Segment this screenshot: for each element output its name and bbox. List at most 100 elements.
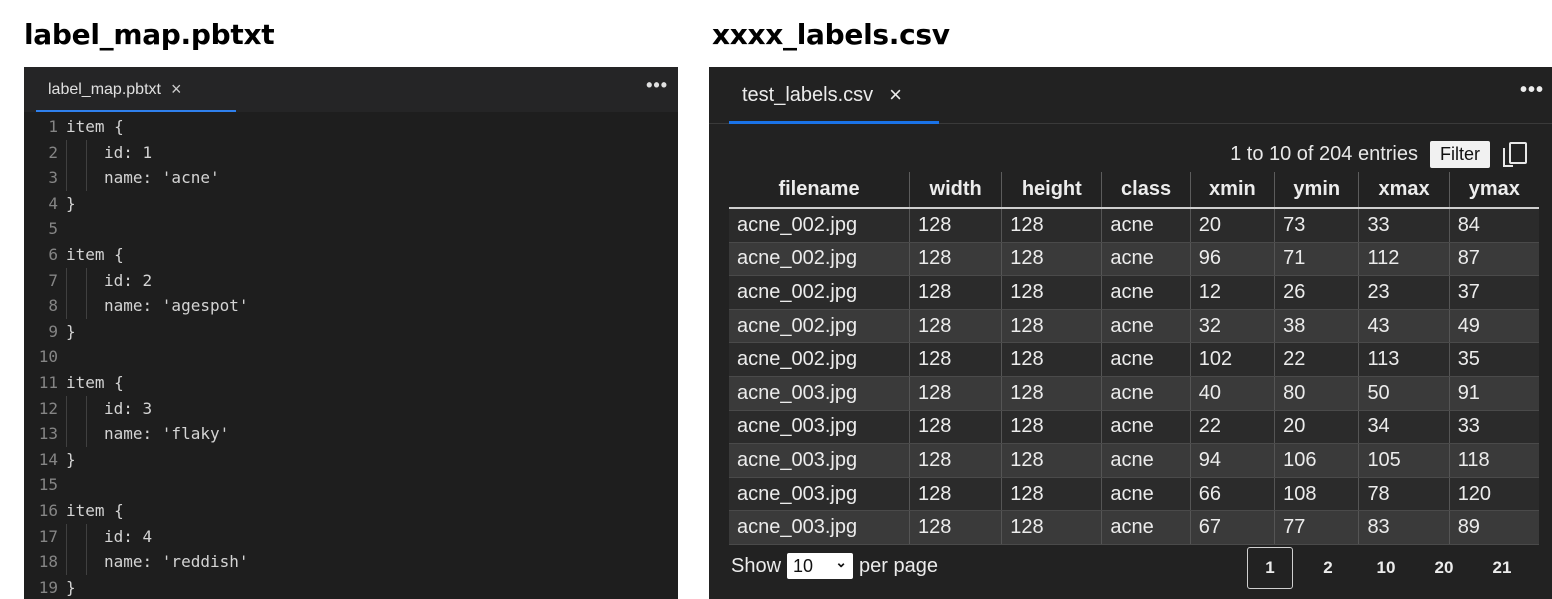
- table-cell: 113: [1358, 342, 1450, 377]
- line-text: item {: [66, 372, 124, 392]
- line-number: 4: [48, 193, 58, 213]
- table-row: acne_002.jpg 128 128 acne 20 73 33 84: [729, 208, 1539, 243]
- code-line: 10: [24, 344, 678, 370]
- table-cell: acne: [1101, 208, 1191, 243]
- table-cell: acne_003.jpg: [729, 477, 911, 512]
- code-line: 19}: [24, 575, 678, 599]
- more-options-icon[interactable]: •••: [646, 75, 668, 96]
- page-button-21[interactable]: 21: [1473, 548, 1531, 588]
- table-cell: 50: [1358, 376, 1450, 411]
- table-row: acne_003.jpg 128 128 acne 40 80 50 91: [729, 376, 1539, 411]
- table-cell: 94: [1190, 443, 1276, 478]
- table-cell: acne: [1101, 275, 1191, 310]
- code-line: 8 name: 'agespot': [24, 293, 678, 319]
- tab-label-map[interactable]: label_map.pbtxt ×: [24, 67, 237, 112]
- column-header-filename[interactable]: filename: [729, 172, 911, 209]
- table-cell: 128: [1001, 477, 1103, 512]
- close-icon[interactable]: ×: [171, 79, 182, 100]
- code-line: 13 name: 'flaky': [24, 421, 678, 447]
- close-icon[interactable]: ×: [889, 82, 902, 108]
- column-header-width[interactable]: width: [909, 172, 1003, 209]
- column-header-xmax[interactable]: xmax: [1358, 172, 1450, 209]
- line-number: 2: [48, 142, 58, 162]
- table-cell: 128: [909, 309, 1003, 344]
- table-cell: 80: [1274, 376, 1360, 411]
- line-text: id: 4: [104, 526, 153, 546]
- table-cell: acne_002.jpg: [729, 309, 911, 344]
- column-header-height[interactable]: height: [1001, 172, 1103, 209]
- page-size-select[interactable]: 10 ⌄: [787, 553, 854, 579]
- line-text: name: 'reddish': [104, 552, 249, 572]
- table-cell: 87: [1449, 242, 1539, 277]
- data-table: filename width height class xmin ymin xmax ymax…: [729, 172, 1539, 545]
- table-cell: 128: [909, 477, 1003, 512]
- line-number: 5: [48, 219, 58, 239]
- table-cell: acne: [1101, 443, 1191, 478]
- table-cell: 105: [1358, 443, 1450, 478]
- table-cell: acne_002.jpg: [729, 242, 911, 277]
- line-number: 19: [38, 577, 58, 597]
- line-text: }: [66, 193, 76, 213]
- column-header-xmin[interactable]: xmin: [1190, 172, 1276, 209]
- page-button-10[interactable]: 10: [1357, 548, 1415, 588]
- table-row: acne_002.jpg 128 128 acne 96 71 112 87: [729, 242, 1539, 277]
- page-button-1[interactable]: 1: [1247, 547, 1293, 589]
- table-cell: acne: [1101, 410, 1191, 445]
- column-header-ymax[interactable]: ymax: [1449, 172, 1539, 209]
- filter-button[interactable]: Filter: [1430, 140, 1490, 168]
- page-button-20[interactable]: 20: [1415, 548, 1473, 588]
- tab-test-labels[interactable]: test_labels.csv ×: [742, 67, 902, 123]
- tab-title: test_labels.csv: [742, 83, 874, 106]
- table-cell: 26: [1274, 275, 1360, 310]
- table-row: acne_003.jpg 128 128 acne 66 108 78 120: [729, 477, 1539, 512]
- table-row: acne_002.jpg 128 128 acne 102 22 113 35: [729, 342, 1539, 377]
- code-editor-panel: label_map.pbtxt × ••• 1 item {2 id: 1 3 name…: [24, 67, 678, 599]
- table-cell: 112: [1358, 242, 1450, 277]
- page-button-2[interactable]: 2: [1299, 548, 1357, 588]
- table-cell: acne: [1101, 477, 1191, 512]
- table-cell: acne_002.jpg: [729, 275, 911, 310]
- table-cell: 128: [1001, 510, 1103, 545]
- table-cell: 128: [1001, 376, 1103, 411]
- code-line: 18 name: 'reddish': [24, 549, 678, 575]
- code-line: 2 id: 1: [24, 139, 678, 166]
- viewer-tab-bar: test_labels.csv × •••: [709, 67, 1552, 124]
- line-text: id: 1: [104, 142, 153, 162]
- table-cell: acne_003.jpg: [729, 410, 911, 445]
- table-cell: 102: [1190, 342, 1276, 377]
- line-number: 13: [38, 424, 58, 444]
- line-text: name: 'flaky': [104, 424, 230, 444]
- table-cell: 35: [1449, 342, 1539, 377]
- line-number: 3: [48, 168, 58, 188]
- table-cell: 91: [1449, 376, 1539, 411]
- pagination-size: Show 10 ⌄ per page: [731, 549, 938, 583]
- table-cell: 106: [1274, 443, 1360, 478]
- active-tab-indicator: [729, 121, 939, 124]
- table-cell: 128: [909, 410, 1003, 445]
- table-cell: 33: [1358, 208, 1450, 243]
- left-caption: label_map.pbtxt: [24, 18, 275, 51]
- line-number: 14: [38, 449, 58, 469]
- table-cell: acne: [1101, 242, 1191, 277]
- line-text: id: 2: [104, 270, 153, 290]
- table-cell: 20: [1274, 410, 1360, 445]
- code-line: 1 item {: [24, 114, 678, 140]
- table-cell: acne: [1101, 309, 1191, 344]
- table-cell: acne_003.jpg: [729, 510, 911, 545]
- table-cell: 120: [1449, 477, 1539, 512]
- active-tab-indicator: [36, 110, 236, 112]
- more-options-icon[interactable]: •••: [1520, 79, 1544, 102]
- line-number: 15: [38, 475, 58, 495]
- per-page-label: per page: [859, 554, 938, 577]
- table-cell: 128: [1001, 410, 1103, 445]
- column-header-class[interactable]: class: [1101, 172, 1191, 209]
- code-area[interactable]: 1 item {2 id: 1 3 name: 'acne' 4} 5 6 item {7 id:…: [24, 114, 678, 599]
- line-number: 8: [48, 296, 58, 316]
- table-cell: 128: [909, 342, 1003, 377]
- code-line: 6 item {: [24, 242, 678, 268]
- table-cell: 34: [1358, 410, 1450, 445]
- table-cell: 71: [1274, 242, 1360, 277]
- copy-icon[interactable]: [1502, 141, 1527, 167]
- table-cell: 128: [909, 510, 1003, 545]
- column-header-ymin[interactable]: ymin: [1274, 172, 1360, 209]
